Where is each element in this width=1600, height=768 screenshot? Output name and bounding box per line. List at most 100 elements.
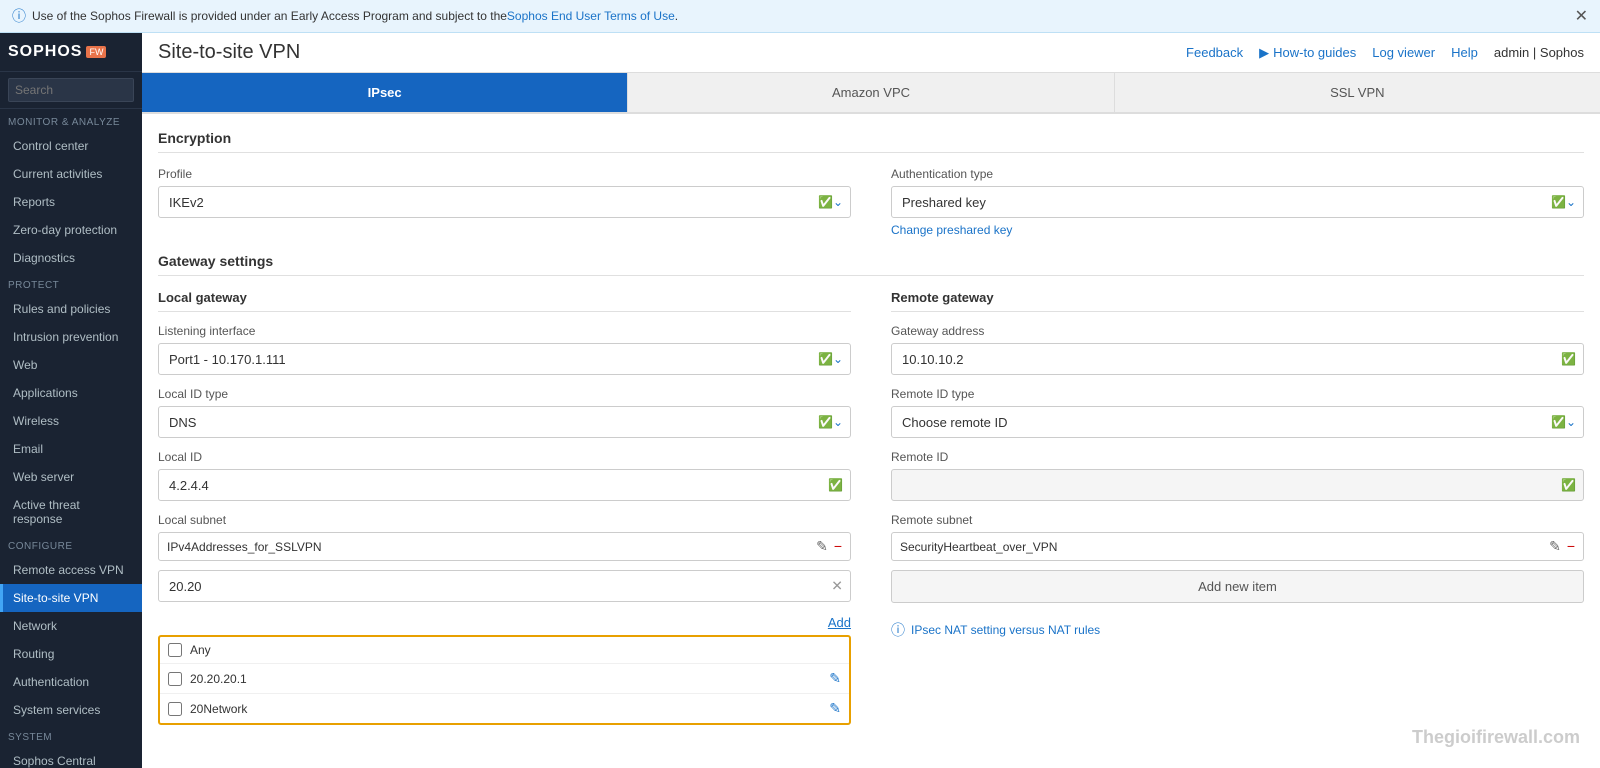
sidebar-item-active-threat[interactable]: Active threat response (0, 491, 142, 533)
sidebar-item-network[interactable]: Network (0, 612, 142, 640)
checkbox-any[interactable] (168, 643, 182, 657)
checkbox-20-20-20-1[interactable] (168, 672, 182, 686)
dropdown-item-any[interactable]: Any (160, 637, 849, 664)
local-id-type-select[interactable]: DNS IP address Email (158, 406, 851, 438)
page-title: Site-to-site VPN (158, 41, 300, 64)
log-viewer-link[interactable]: Log viewer (1372, 45, 1435, 60)
sidebar-item-applications[interactable]: Applications (0, 379, 142, 407)
local-subnet-item: IPv4Addresses_for_SSLVPN ✎ − (158, 532, 851, 561)
listening-interface-label: Listening interface (158, 324, 851, 338)
help-link[interactable]: Help (1451, 45, 1478, 60)
local-id-type-label: Local ID type (158, 387, 851, 401)
remote-id-wrapper: ✅ (891, 469, 1584, 501)
profile-select[interactable]: IKEv2 IKEv1 Custom (158, 186, 851, 218)
dropdown-item-20-20-20-1-edit-icon[interactable]: ✎ (829, 670, 841, 687)
listening-interface-wrapper: Port1 - 10.170.1.111 ✅⌄ (158, 343, 851, 375)
sidebar-item-email[interactable]: Email (0, 435, 142, 463)
gateway-columns: Local gateway Listening interface Port1 … (158, 290, 1584, 725)
listening-interface-select[interactable]: Port1 - 10.170.1.111 (158, 343, 851, 375)
sidebar-item-webserver[interactable]: Web server (0, 463, 142, 491)
remote-subnet-edit-icon[interactable]: ✎ (1549, 538, 1561, 555)
search-input[interactable] (8, 78, 134, 102)
gateway-address-input[interactable] (891, 343, 1584, 375)
remote-id-type-group: Remote ID type Choose remote ID IP addre… (891, 387, 1584, 438)
dropdown-item-20-20-20-1-label: 20.20.20.1 (190, 672, 821, 686)
info-icon: ⓘ (12, 6, 26, 26)
remote-subnet-label: Remote subnet (891, 513, 1584, 527)
header-actions: Feedback ▶ How-to guides Log viewer Help… (1186, 45, 1584, 61)
section-label-protect: PROTECT (0, 272, 142, 295)
sidebar-item-authentication[interactable]: Authentication (0, 668, 142, 696)
sidebar-item-routing[interactable]: Routing (0, 640, 142, 668)
sidebar-item-sophos-central[interactable]: Sophos Central (0, 747, 142, 768)
tab-ssl-vpn[interactable]: SSL VPN (1115, 73, 1600, 112)
local-subnet-search-input[interactable] (158, 570, 851, 602)
local-subnet-name: IPv4Addresses_for_SSLVPN (167, 540, 816, 554)
remote-subnet-actions: ✎ − (1549, 538, 1575, 555)
auth-type-select-wrapper: Preshared key RSA Digital certificate ✅⌄ (891, 186, 1584, 218)
remote-gateway-title: Remote gateway (891, 290, 1584, 312)
remote-subnet-name: SecurityHeartbeat_over_VPN (900, 540, 1549, 554)
sidebar-item-wireless[interactable]: Wireless (0, 407, 142, 435)
tab-ipsec[interactable]: IPsec (142, 73, 628, 112)
video-icon: ▶ (1259, 45, 1269, 61)
profile-label: Profile (158, 167, 851, 181)
remote-subnet-remove-icon[interactable]: − (1567, 538, 1575, 555)
encryption-form-row: Profile IKEv2 IKEv1 Custom ✅⌄ Authentica… (158, 167, 1584, 237)
local-subnet-clear-icon[interactable]: ✕ (831, 578, 843, 595)
logo-badge: FW (86, 46, 106, 58)
how-to-link[interactable]: ▶ How-to guides (1259, 45, 1356, 61)
checkbox-20network[interactable] (168, 702, 182, 716)
remote-subnet-group: Remote subnet SecurityHeartbeat_over_VPN… (891, 513, 1584, 640)
remote-id-type-select[interactable]: Choose remote ID IP address DNS Email (891, 406, 1584, 438)
nat-info-row: ⓘ IPsec NAT setting versus NAT rules (891, 620, 1584, 640)
sidebar-item-zero-day[interactable]: Zero-day protection (0, 216, 142, 244)
sidebar: SOPHOS FW MONITOR & ANALYZE Control cent… (0, 33, 142, 768)
profile-select-wrapper: IKEv2 IKEv1 Custom ✅⌄ (158, 186, 851, 218)
sidebar-item-current-activities[interactable]: Current activities (0, 160, 142, 188)
admin-info: admin | Sophos (1494, 45, 1584, 60)
section-label-configure: CONFIGURE (0, 533, 142, 556)
sidebar-item-web[interactable]: Web (0, 351, 142, 379)
local-subnet-remove-icon[interactable]: − (834, 538, 842, 555)
auth-type-select[interactable]: Preshared key RSA Digital certificate (891, 186, 1584, 218)
local-subnet-edit-icon[interactable]: ✎ (816, 538, 828, 555)
sidebar-item-rules[interactable]: Rules and policies (0, 295, 142, 323)
logo-text: SOPHOS (8, 43, 82, 61)
remote-id-type-wrapper: Choose remote ID IP address DNS Email ✅⌄ (891, 406, 1584, 438)
gateway-section-title: Gateway settings (158, 253, 1584, 276)
info-bar-text: Use of the Sophos Firewall is provided u… (32, 9, 507, 23)
top-header: Site-to-site VPN Feedback ▶ How-to guide… (142, 33, 1600, 73)
local-id-input[interactable] (158, 469, 851, 501)
sidebar-logo: SOPHOS FW (0, 33, 142, 72)
dropdown-item-20network[interactable]: 20Network ✎ (160, 694, 849, 723)
dropdown-item-any-label: Any (190, 643, 841, 657)
remote-id-check-icon: ✅ (1561, 478, 1576, 492)
section-label-monitor: MONITOR & ANALYZE (0, 109, 142, 132)
dropdown-item-20-20-20-1[interactable]: 20.20.20.1 ✎ (160, 664, 849, 694)
sidebar-item-control-center[interactable]: Control center (0, 132, 142, 160)
sidebar-item-remote-vpn[interactable]: Remote access VPN (0, 556, 142, 584)
feedback-link[interactable]: Feedback (1186, 45, 1243, 60)
tab-amazon-vpc[interactable]: Amazon VPC (628, 73, 1114, 112)
dropdown-item-20network-edit-icon[interactable]: ✎ (829, 700, 841, 717)
sidebar-item-diagnostics[interactable]: Diagnostics (0, 244, 142, 272)
sidebar-item-system-services[interactable]: System services (0, 696, 142, 724)
local-subnet-search-row: ✕ (158, 570, 851, 602)
sidebar-item-site-vpn[interactable]: Site-to-site VPN (0, 584, 142, 612)
close-icon[interactable]: ✕ (1575, 6, 1588, 26)
encryption-section-title: Encryption (158, 130, 1584, 153)
change-preshared-key-link[interactable]: Change preshared key (891, 223, 1584, 237)
sidebar-item-reports[interactable]: Reports (0, 188, 142, 216)
dropdown-item-20network-label: 20Network (190, 702, 821, 716)
info-bar-link[interactable]: Sophos End User Terms of Use (507, 9, 675, 23)
sidebar-item-intrusion[interactable]: Intrusion prevention (0, 323, 142, 351)
gateway-address-check-icon: ✅ (1561, 352, 1576, 366)
remote-subnet-item: SecurityHeartbeat_over_VPN ✎ − (891, 532, 1584, 561)
nat-info-link[interactable]: IPsec NAT setting versus NAT rules (911, 623, 1100, 637)
add-new-item-button[interactable]: Add new item (891, 570, 1584, 603)
remote-id-input[interactable] (891, 469, 1584, 501)
remote-id-label: Remote ID (891, 450, 1584, 464)
add-link[interactable]: Add (158, 615, 851, 630)
local-subnet-actions: ✎ − (816, 538, 842, 555)
